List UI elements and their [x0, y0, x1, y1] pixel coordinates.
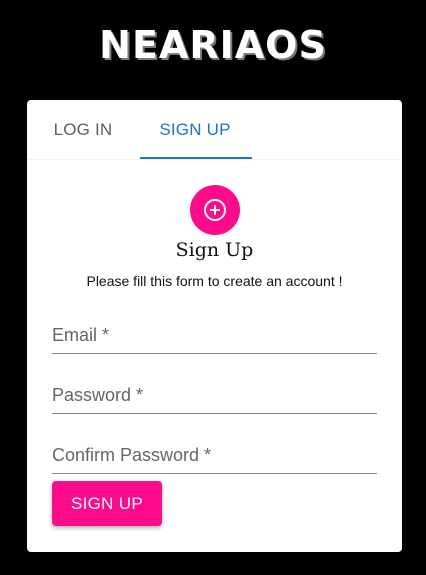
- form-subtitle: Please fill this form to create an accou…: [86, 273, 343, 289]
- avatar: [190, 185, 240, 235]
- signup-card: LOG IN SIGN UP Sign Up Please fill this …: [27, 100, 402, 552]
- active-tab-indicator: [140, 157, 252, 159]
- app-logo: NEARIAOS: [99, 23, 327, 67]
- tab-signup[interactable]: SIGN UP: [139, 100, 251, 159]
- password-input[interactable]: [52, 377, 377, 413]
- confirm-password-input[interactable]: [52, 437, 377, 473]
- signup-submit-button[interactable]: SIGN UP: [52, 481, 162, 526]
- form-title: Sign Up: [175, 239, 254, 261]
- add-circle-icon: [204, 199, 226, 221]
- email-field: [52, 317, 377, 354]
- tab-login[interactable]: LOG IN: [27, 100, 139, 159]
- confirm-password-field: [52, 437, 377, 474]
- email-input[interactable]: [52, 317, 377, 353]
- auth-tabs: LOG IN SIGN UP: [27, 100, 402, 160]
- password-field: [52, 377, 377, 414]
